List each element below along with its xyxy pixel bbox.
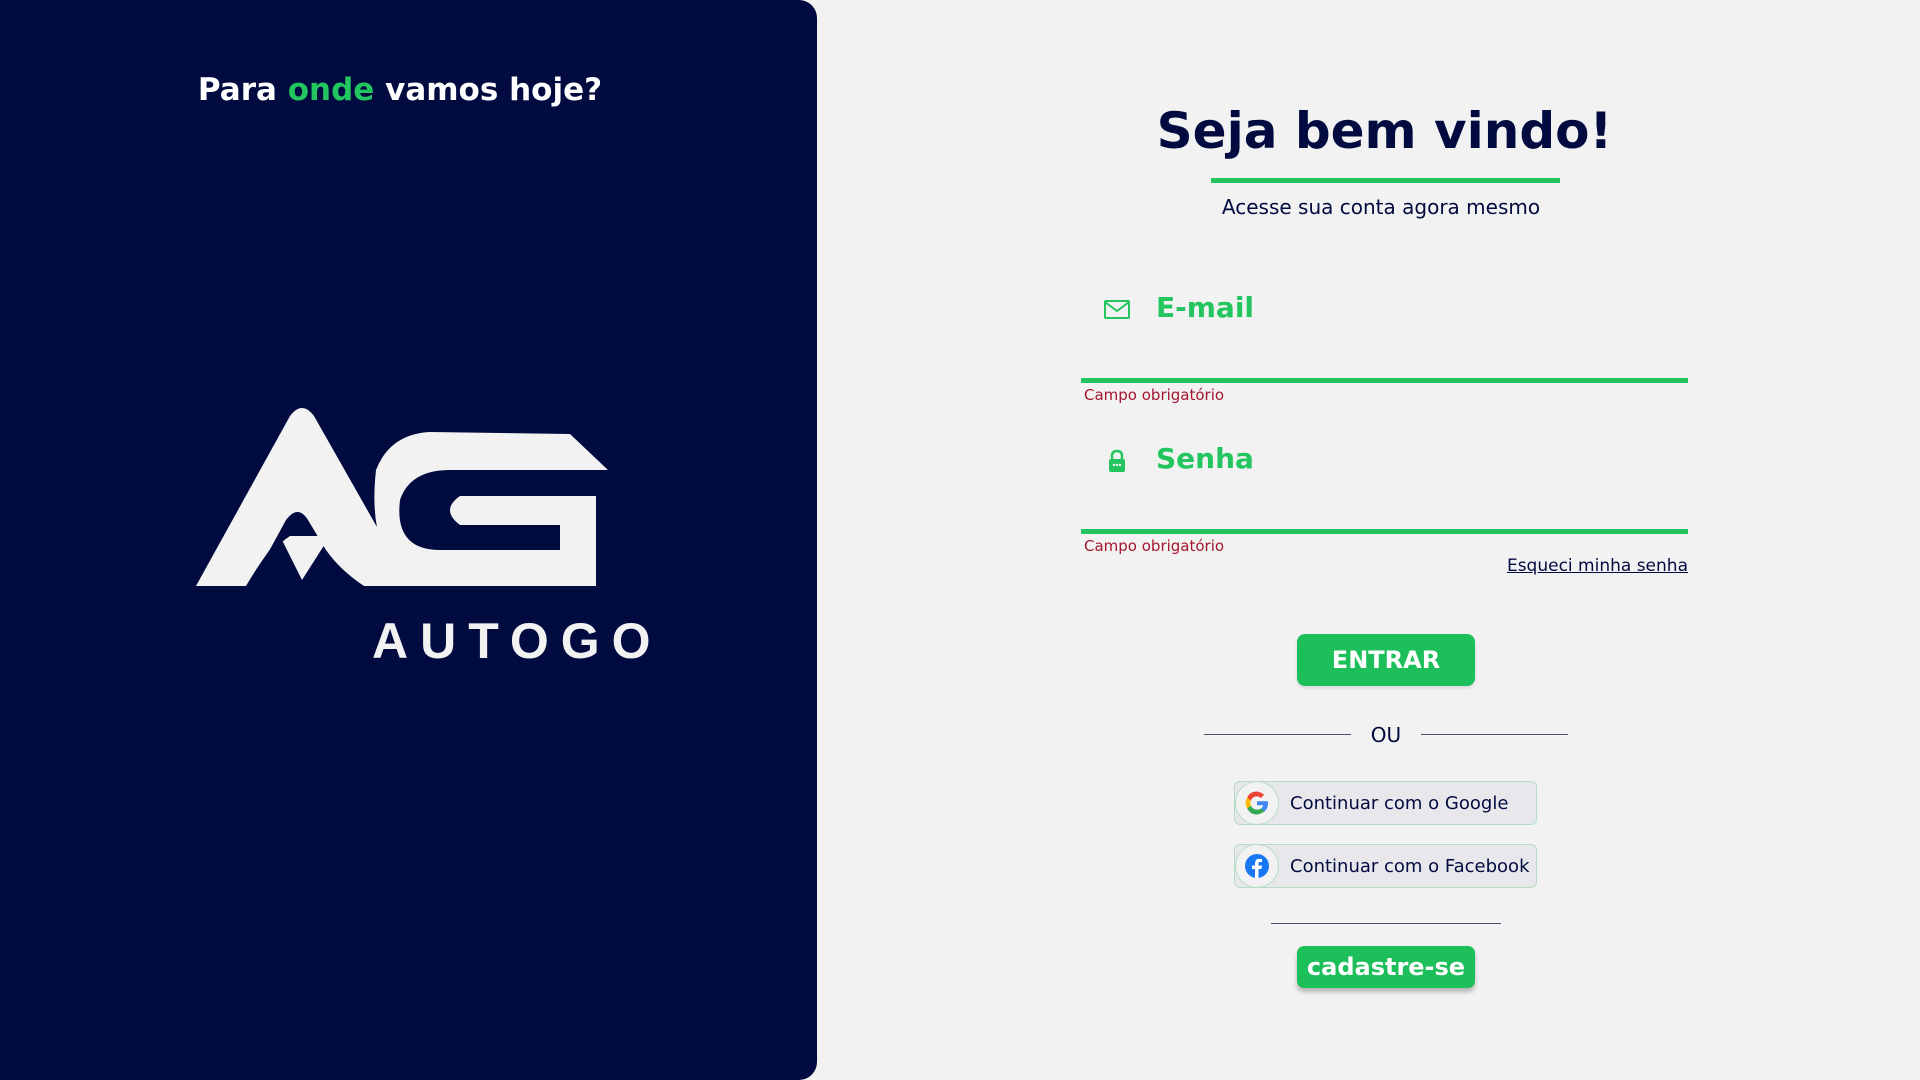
mail-icon: [1104, 300, 1130, 319]
divider-text: OU: [1370, 723, 1402, 747]
google-login-button[interactable]: Continuar com o Google: [1234, 781, 1537, 825]
facebook-icon: [1235, 844, 1279, 888]
google-button-label: Continuar com o Google: [1290, 793, 1509, 814]
brand-name: AUTOGO: [372, 613, 663, 669]
tagline: Para onde vamos hoje?: [0, 72, 800, 108]
brand-panel: Para onde vamos hoje? AUTOGO: [0, 0, 817, 1080]
password-input[interactable]: [1081, 441, 1688, 475]
google-icon: [1235, 781, 1279, 825]
login-button[interactable]: ENTRAR: [1297, 634, 1475, 686]
login-panel: Seja bem vindo! Acesse sua conta agora m…: [817, 0, 1920, 1080]
page-title: Seja bem vindo!: [1156, 102, 1613, 160]
email-input[interactable]: [1081, 290, 1688, 324]
password-field-group: Campo obrigatório: [1081, 441, 1688, 555]
email-error-text: Campo obrigatório: [1084, 386, 1225, 404]
facebook-button-label: Continuar com o Facebook: [1290, 856, 1530, 877]
divider-left: [1204, 734, 1351, 735]
forgot-password-link[interactable]: Esqueci minha senha: [1506, 556, 1688, 576]
tagline-accent: onde: [287, 72, 375, 108]
password-error-text: Campo obrigatório: [1084, 537, 1225, 555]
lock-icon: [1109, 449, 1125, 472]
divider-right: [1421, 734, 1568, 735]
email-underline: [1081, 378, 1688, 383]
signup-button[interactable]: cadastre-se: [1297, 946, 1475, 988]
signup-separator: [1271, 923, 1501, 924]
email-field-group: Campo obrigatório: [1081, 290, 1688, 404]
tagline-start: Para: [197, 72, 277, 108]
tagline-end: vamos hoje?: [385, 72, 603, 108]
password-underline: [1081, 529, 1688, 534]
page-subtitle: Acesse sua conta agora mesmo: [1221, 195, 1541, 219]
facebook-login-button[interactable]: Continuar com o Facebook: [1234, 844, 1537, 888]
title-underline: [1211, 178, 1560, 183]
